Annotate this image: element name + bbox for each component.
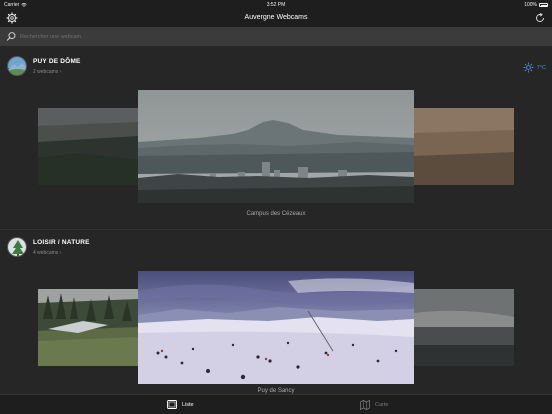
section-title[interactable]: LOISIR / NATURE [33, 239, 90, 246]
refresh-icon[interactable] [534, 12, 546, 24]
status-bar: Carrier 3:52 PM 100% [0, 0, 552, 9]
weather-indicator: 7°C [523, 62, 546, 73]
search-icon [6, 32, 16, 41]
search-input[interactable] [20, 30, 540, 43]
sun-icon [523, 62, 534, 73]
webcam-caption: Campus des Cézeaux [246, 211, 306, 217]
battery-icon [539, 3, 548, 7]
webcam-thumbnail-left[interactable] [38, 108, 138, 185]
webcam-count-link[interactable]: 2 webcams › [33, 69, 61, 75]
webcam-thumbnail-left[interactable] [38, 289, 138, 366]
webcam-thumbnail-main[interactable] [138, 90, 414, 203]
tab-liste[interactable]: Liste [166, 399, 194, 410]
search-bar [0, 27, 552, 46]
map-icon [360, 399, 370, 410]
webcam-thumbnail-right[interactable] [414, 108, 514, 185]
tab-bar: Liste Carte [0, 394, 552, 414]
clock: 3:52 PM [266, 2, 286, 8]
battery-percent: 100% [524, 2, 537, 8]
webcam-thumbnail-main[interactable] [138, 271, 414, 384]
page-title: Auvergne Webcams [244, 14, 308, 21]
navigation-bar: Auvergne Webcams [0, 9, 552, 27]
tab-liste-label: Liste [182, 401, 194, 408]
section-loisir-nature: LOISIR / NATURE 4 webcams › Puy de Sancy [0, 230, 552, 394]
webcam-count-link[interactable]: 4 webcams › [33, 250, 61, 256]
temperature: 7°C [536, 64, 546, 71]
tab-carte[interactable]: Carte [359, 399, 388, 410]
section-avatar[interactable] [7, 237, 27, 257]
section-avatar[interactable] [7, 56, 27, 76]
webcam-thumbnail-right[interactable] [414, 289, 514, 366]
tab-carte-label: Carte [375, 401, 389, 408]
list-view-icon [167, 400, 177, 409]
battery-status: 100% [524, 2, 548, 8]
section-puy-de-dome: PUY DE DÔME 2 webcams › 7°C Campus des C… [0, 46, 552, 229]
section-title[interactable]: PUY DE DÔME [33, 58, 81, 65]
